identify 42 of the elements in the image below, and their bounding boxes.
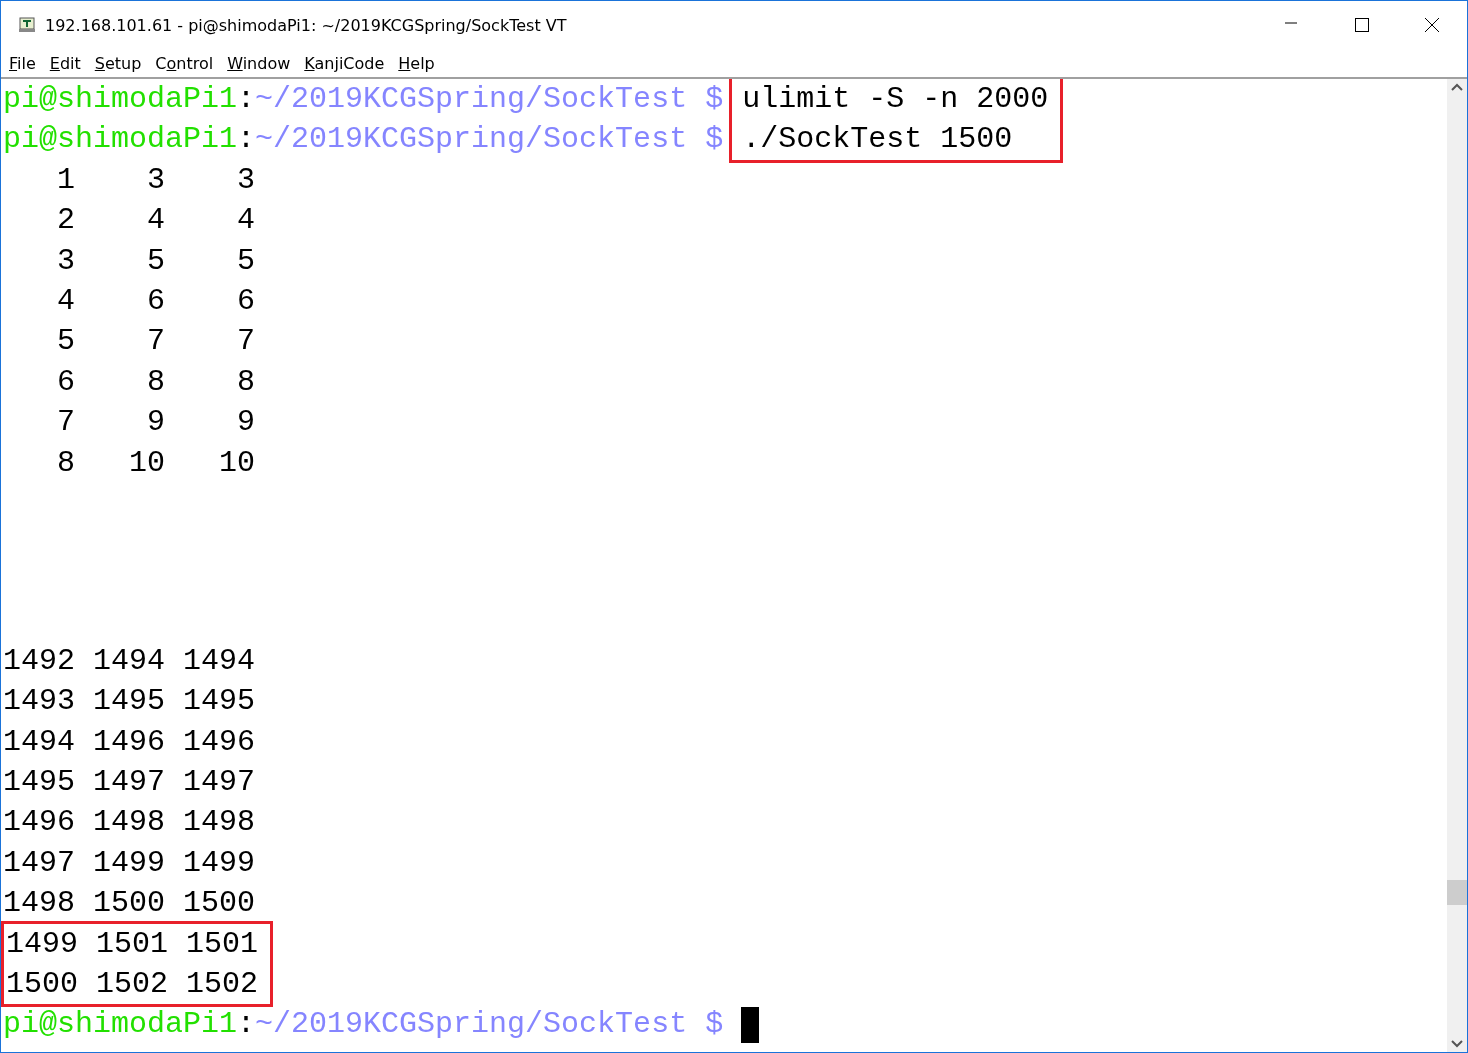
output-line: 1496 1498 1498 — [3, 804, 257, 842]
scroll-down-icon[interactable] — [1451, 1040, 1463, 1048]
command-text: ./SockTest 1500 — [742, 121, 1014, 159]
output-line: 2 4 4 — [56, 202, 257, 240]
window-title: 192.168.101.61 - pi@shimodaPi1: ~/2019KCGSpring/SockTest VT — [45, 15, 568, 35]
menu-item[interactable]: Edit — [43, 53, 89, 73]
command-text: ulimit -S -n 2000 — [742, 81, 1049, 118]
menu-item[interactable]: Window — [221, 53, 299, 73]
scrollbar-thumb[interactable] — [1447, 880, 1467, 905]
output-line: 4 6 6 — [56, 282, 257, 320]
output-line: 6 8 8 — [56, 363, 257, 401]
prompt-path: ~/2019KCGSpring/SockTest $ — [255, 121, 724, 159]
prompt-separator: : — [237, 121, 256, 159]
prompt-user: pi@shimodaPi1 — [3, 1006, 238, 1044]
maximize-icon[interactable] — [1355, 18, 1369, 32]
prompt-user: pi@shimodaPi1 — [3, 81, 238, 118]
output-line: 1 3 3 — [56, 161, 257, 199]
output-line: 5 7 7 — [56, 323, 257, 361]
output-line: 7 9 9 — [56, 404, 257, 442]
output-line: 8 10 10 — [56, 444, 257, 482]
output-line: 1499 1501 1501 — [6, 925, 260, 963]
prompt-user: pi@shimodaPi1 — [3, 121, 238, 159]
prompt-separator: : — [237, 1006, 256, 1044]
output-line: 1495 1497 1497 — [3, 764, 257, 802]
output-line: 1500 1502 1502 — [6, 966, 260, 1004]
menu-item[interactable]: Control — [149, 53, 222, 73]
menu-item[interactable]: File — [3, 53, 44, 73]
prompt-separator: : — [237, 81, 256, 118]
prompt-path: ~/2019KCGSpring/SockTest $ — [255, 81, 724, 118]
menu-item[interactable]: KanjiCode — [298, 53, 393, 73]
output-line: 1492 1494 1494 — [3, 642, 257, 680]
menu-item[interactable]: Setup — [88, 53, 150, 73]
output-line: 3 5 5 — [56, 242, 257, 280]
menu-item[interactable]: Help — [392, 53, 443, 73]
prompt-path: ~/2019KCGSpring/SockTest $ — [255, 1006, 724, 1044]
scroll-up-icon[interactable] — [1451, 83, 1463, 91]
output-line: 1493 1495 1495 — [3, 683, 257, 721]
output-line: 1497 1499 1499 — [3, 844, 257, 882]
close-icon[interactable] — [1425, 18, 1439, 32]
terminal-app-icon — [19, 17, 35, 33]
output-line: 1494 1496 1496 — [3, 723, 257, 761]
output-line: 1498 1500 1500 — [3, 885, 257, 923]
